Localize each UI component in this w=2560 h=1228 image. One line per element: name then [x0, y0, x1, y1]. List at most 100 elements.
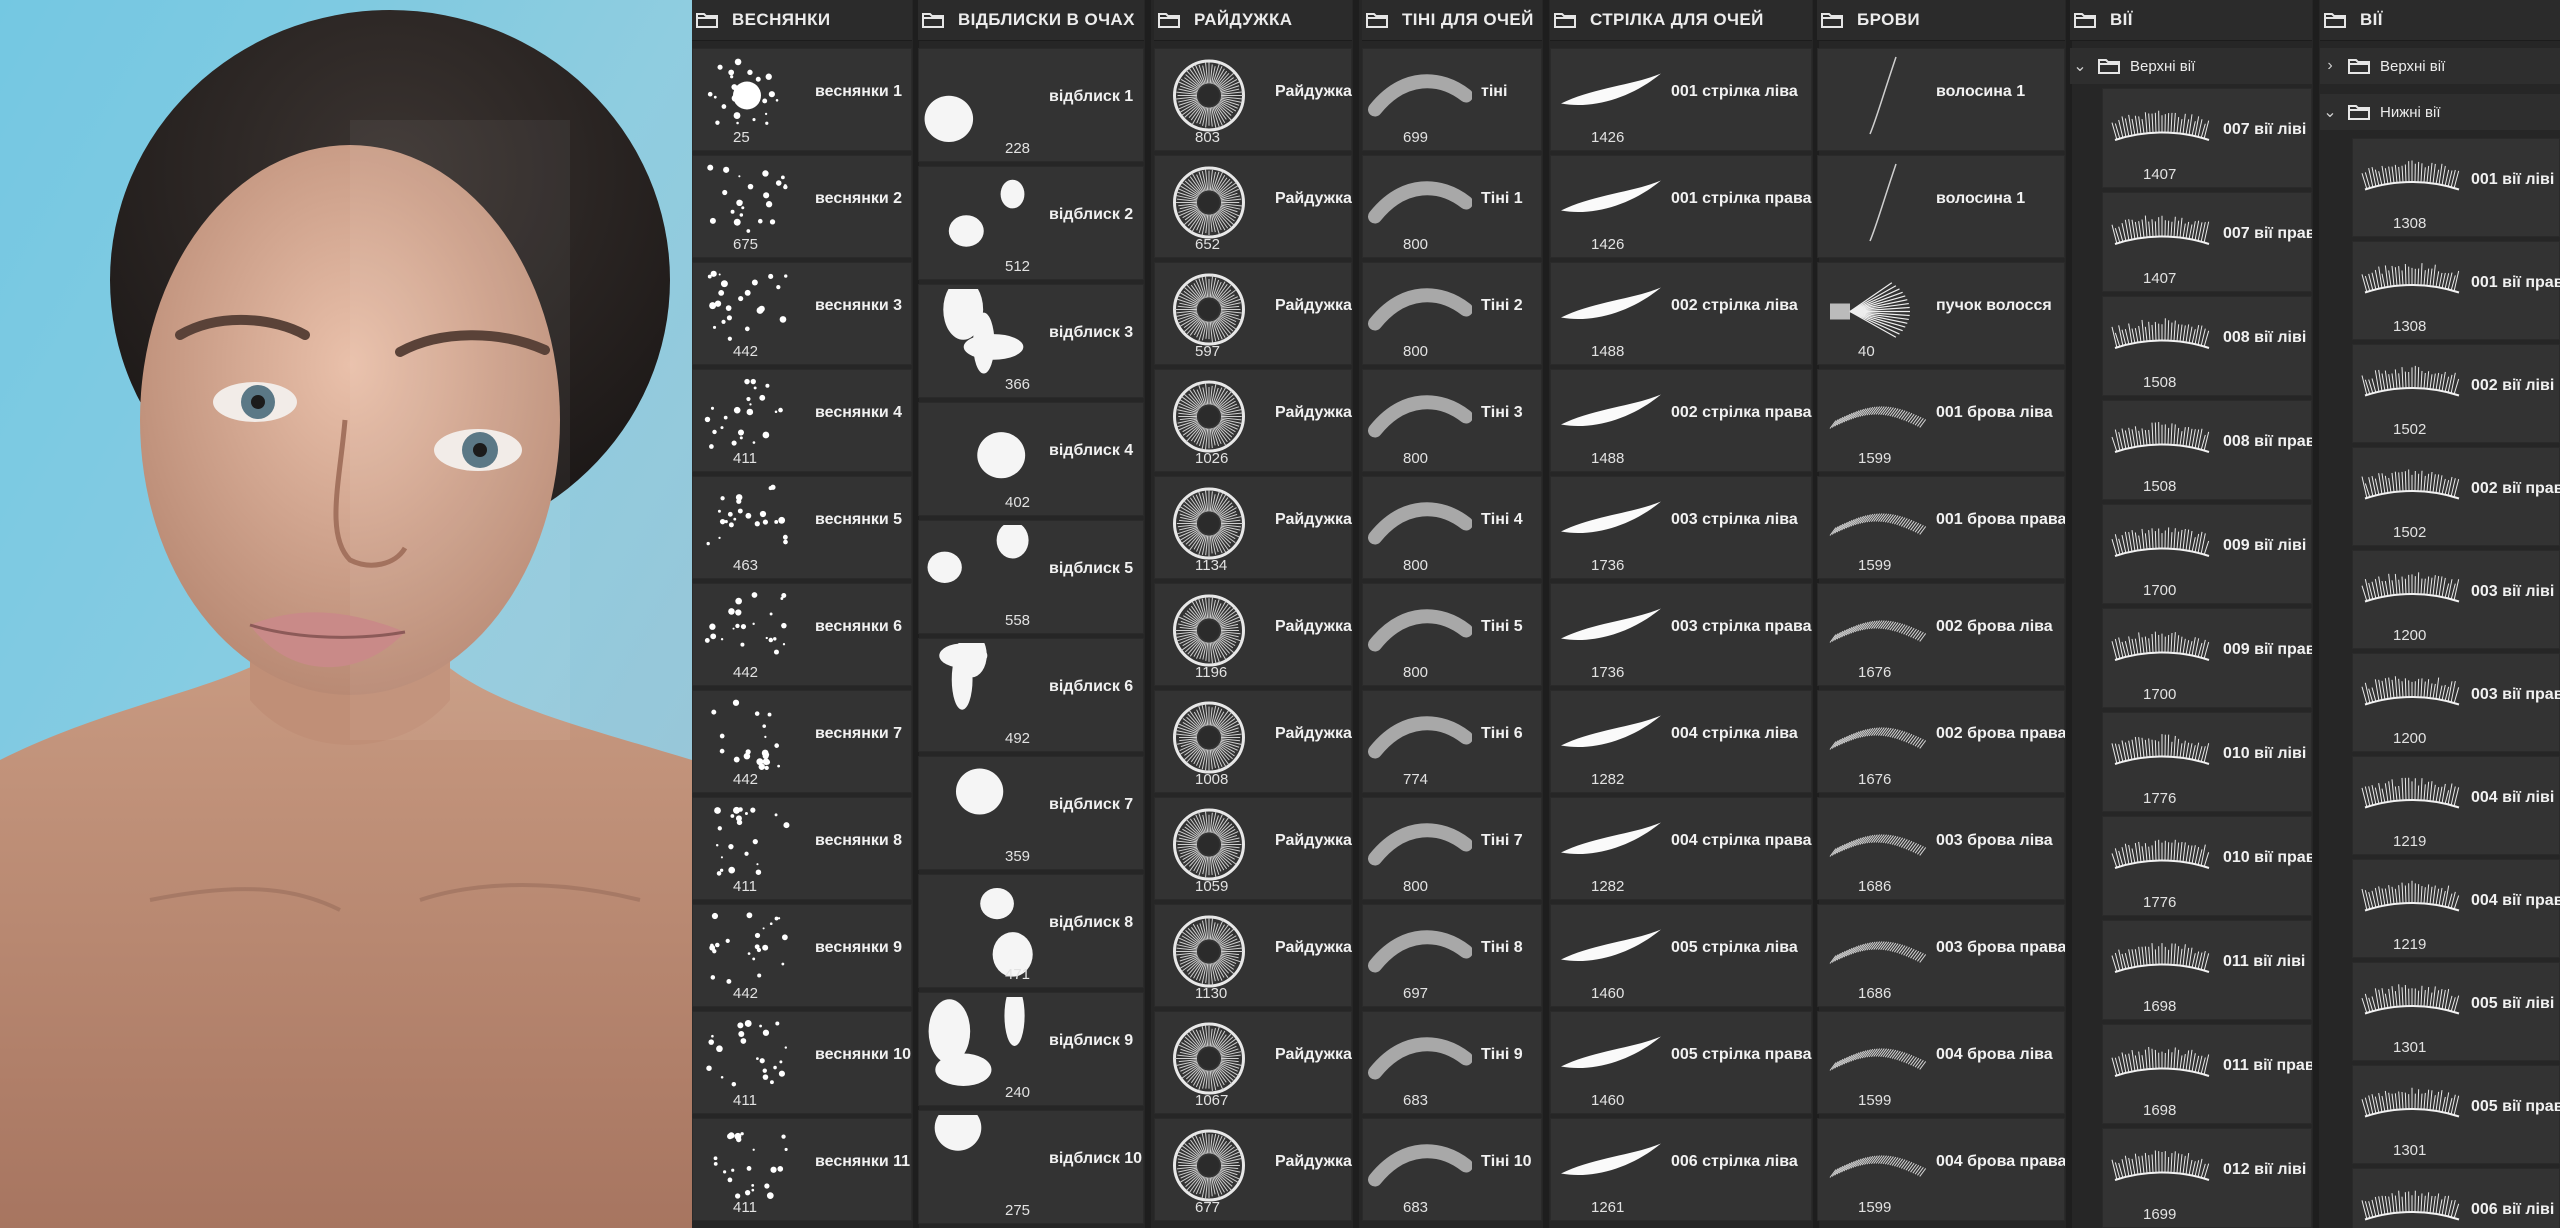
brush-item[interactable]: 1261 006 стрілка ліва — [1550, 1118, 1812, 1221]
brush-item[interactable]: 228 відблиск 1 — [918, 48, 1144, 162]
brush-item[interactable]: 1219 004 вії ліві — [2352, 756, 2560, 855]
subgroup-header[interactable]: › Верхні вії — [2320, 48, 2560, 84]
brush-item[interactable]: 1676 002 брова ліва — [1817, 583, 2065, 686]
brush-item[interactable]: 1282 004 стрілка ліва — [1550, 690, 1812, 793]
brush-item[interactable]: 1686 003 брова ліва — [1817, 797, 2065, 900]
brush-item[interactable]: 411 веснянки 11 — [692, 1118, 912, 1221]
brush-item[interactable]: 006 вії ліві — [2352, 1168, 2560, 1228]
brush-item[interactable]: 492 відблиск 6 — [918, 632, 1144, 752]
brush-item[interactable]: 1776 010 вії праві — [2102, 816, 2312, 916]
chevron-right-icon[interactable]: › — [2320, 57, 2340, 75]
brush-item[interactable]: 652 Райдужка — [1154, 155, 1352, 258]
brush-item[interactable]: 800 Тіні 1 — [1362, 155, 1542, 258]
brush-item[interactable]: 1200 003 вії ліві — [2352, 550, 2560, 649]
brush-item[interactable]: 1200 003 вії праві — [2352, 653, 2560, 752]
brush-item[interactable]: 1508 008 вії ліві — [2102, 296, 2312, 396]
brush-item[interactable]: 411 веснянки 10 — [692, 1011, 912, 1114]
brush-item[interactable]: 558 відблиск 5 — [918, 520, 1144, 634]
group-header[interactable]: ВІДБЛИСКИ В ОЧАХ — [918, 0, 1144, 41]
brush-item[interactable]: 1699 012 вії ліві — [2102, 1128, 2312, 1228]
brush-item[interactable]: 1282 004 стрілка права — [1550, 797, 1812, 900]
brush-item[interactable]: 402 відблиск 4 — [918, 402, 1144, 516]
brush-item[interactable]: 597 Райдужка — [1154, 262, 1352, 365]
brush-item[interactable]: 411 веснянки 8 — [692, 797, 912, 900]
brush-item[interactable]: 1067 Райдужка — [1154, 1011, 1352, 1114]
brush-item[interactable]: 411 веснянки 4 — [692, 369, 912, 472]
brush-item[interactable]: волосина 1 — [1817, 155, 2065, 258]
brush-item[interactable]: 800 Тіні 4 — [1362, 476, 1542, 579]
brush-item[interactable]: 1130 Райдужка — [1154, 904, 1352, 1007]
brush-item[interactable]: 1676 002 брова права — [1817, 690, 2065, 793]
brush-item[interactable]: 1426 001 стрілка права — [1550, 155, 1812, 258]
brush-item[interactable]: волосина 1 — [1817, 48, 2065, 151]
brush-item[interactable]: 774 Тіні 6 — [1362, 690, 1542, 793]
brush-item[interactable]: 1407 007 вії праві — [2102, 192, 2312, 292]
brush-item[interactable]: 471 відблиск 8 — [918, 874, 1144, 988]
brush-item[interactable]: 677 Райдужка — [1154, 1118, 1352, 1221]
chevron-down-icon[interactable]: ⌄ — [2320, 102, 2340, 122]
brush-item[interactable]: 512 відблиск 2 — [918, 166, 1144, 280]
brush-item[interactable]: 800 Тіні 5 — [1362, 583, 1542, 686]
brush-item[interactable]: 442 веснянки 7 — [692, 690, 912, 793]
brush-item[interactable]: 366 відблиск 3 — [918, 279, 1144, 398]
brush-item[interactable]: 1407 007 вії ліві — [2102, 88, 2312, 188]
brush-item[interactable]: 675 веснянки 2 — [692, 155, 912, 258]
brush-item[interactable]: 1308 001 вії ліві — [2352, 138, 2560, 237]
group-header[interactable]: СТРІЛКА ДЛЯ ОЧЕЙ — [1550, 0, 1812, 41]
brush-item[interactable]: 25 веснянки 1 — [692, 48, 912, 151]
brush-item[interactable]: 699 тіні — [1362, 48, 1542, 151]
brush-item[interactable]: 800 Тіні 3 — [1362, 369, 1542, 472]
chevron-down-icon[interactable]: ⌄ — [2070, 56, 2090, 76]
subgroup-header[interactable]: ⌄ Нижні вії — [2320, 94, 2560, 130]
brush-item[interactable]: 442 веснянки 3 — [692, 262, 912, 365]
brush-item[interactable]: 800 Тіні 2 — [1362, 262, 1542, 365]
brush-item[interactable]: 463 веснянки 5 — [692, 476, 912, 579]
group-header[interactable]: БРОВИ — [1817, 0, 2065, 41]
brush-item[interactable]: 1700 009 вії ліві — [2102, 504, 2312, 604]
brush-item[interactable]: 697 Тіні 8 — [1362, 904, 1542, 1007]
brush-item[interactable]: 1502 002 вії ліві — [2352, 344, 2560, 443]
brush-item[interactable]: 1776 010 вії ліві — [2102, 712, 2312, 812]
brush-item[interactable]: 442 веснянки 6 — [692, 583, 912, 686]
brush-item[interactable]: 1700 009 вії праві — [2102, 608, 2312, 708]
brush-item[interactable]: 1488 002 стрілка ліва — [1550, 262, 1812, 365]
brush-item[interactable]: 240 відблиск 9 — [918, 985, 1144, 1106]
brush-item[interactable]: 1698 011 вії ліві — [2102, 920, 2312, 1020]
brush-item[interactable]: 800 Тіні 7 — [1362, 797, 1542, 900]
group-header[interactable]: ВЕСНЯНКИ — [692, 0, 912, 41]
brush-item[interactable]: 1736 003 стрілка права — [1550, 583, 1812, 686]
brush-item[interactable]: 40 пучок волосся — [1817, 262, 2065, 365]
brush-item[interactable]: 275 відблиск 10 — [918, 1104, 1144, 1224]
brush-item[interactable]: 1301 005 вії праві — [2352, 1065, 2560, 1164]
brush-item[interactable]: 1599 001 брова ліва — [1817, 369, 2065, 472]
brush-item[interactable]: 683 Тіні 10 — [1362, 1118, 1542, 1221]
brush-item[interactable]: 1308 001 вії праві — [2352, 241, 2560, 340]
brush-item[interactable]: 1460 005 стрілка ліва — [1550, 904, 1812, 1007]
brush-item[interactable]: 1301 005 вії ліві — [2352, 962, 2560, 1061]
brush-item[interactable]: 1026 Райдужка — [1154, 369, 1352, 472]
subgroup-header[interactable]: ⌄ Верхні вії — [2070, 48, 2312, 84]
group-header[interactable]: ВІЇ — [2320, 0, 2560, 41]
brush-item[interactable]: 1502 002 вії праві — [2352, 447, 2560, 546]
group-header[interactable]: ВІЇ — [2070, 0, 2312, 41]
brush-item[interactable]: 1219 004 вії праві — [2352, 859, 2560, 958]
brush-item[interactable]: 1008 Райдужка — [1154, 690, 1352, 793]
brush-item[interactable]: 1736 003 стрілка ліва — [1550, 476, 1812, 579]
brush-item[interactable]: 1426 001 стрілка ліва — [1550, 48, 1812, 151]
brush-item[interactable]: 1059 Райдужка — [1154, 797, 1352, 900]
brush-item[interactable]: 1508 008 вії праві — [2102, 400, 2312, 500]
brush-item[interactable]: 1488 002 стрілка права — [1550, 369, 1812, 472]
brush-item[interactable]: 442 веснянки 9 — [692, 904, 912, 1007]
brush-item[interactable]: 1460 005 стрілка права — [1550, 1011, 1812, 1114]
brush-item[interactable]: 1134 Райдужка — [1154, 476, 1352, 579]
group-header[interactable]: ТІНІ ДЛЯ ОЧЕЙ — [1362, 0, 1542, 41]
brush-item[interactable]: 1599 001 брова права — [1817, 476, 2065, 579]
brush-item[interactable]: 683 Тіні 9 — [1362, 1011, 1542, 1114]
group-header[interactable]: РАЙДУЖКА — [1154, 0, 1352, 41]
brush-item[interactable]: 1599 004 брова права — [1817, 1118, 2065, 1221]
brush-item[interactable]: 803 Райдужка — [1154, 48, 1352, 151]
brush-item[interactable]: 1599 004 брова ліва — [1817, 1011, 2065, 1114]
brush-item[interactable]: 1196 Райдужка — [1154, 583, 1352, 686]
brush-item[interactable]: 1698 011 вії праві — [2102, 1024, 2312, 1124]
brush-item[interactable]: 1686 003 брова права — [1817, 904, 2065, 1007]
